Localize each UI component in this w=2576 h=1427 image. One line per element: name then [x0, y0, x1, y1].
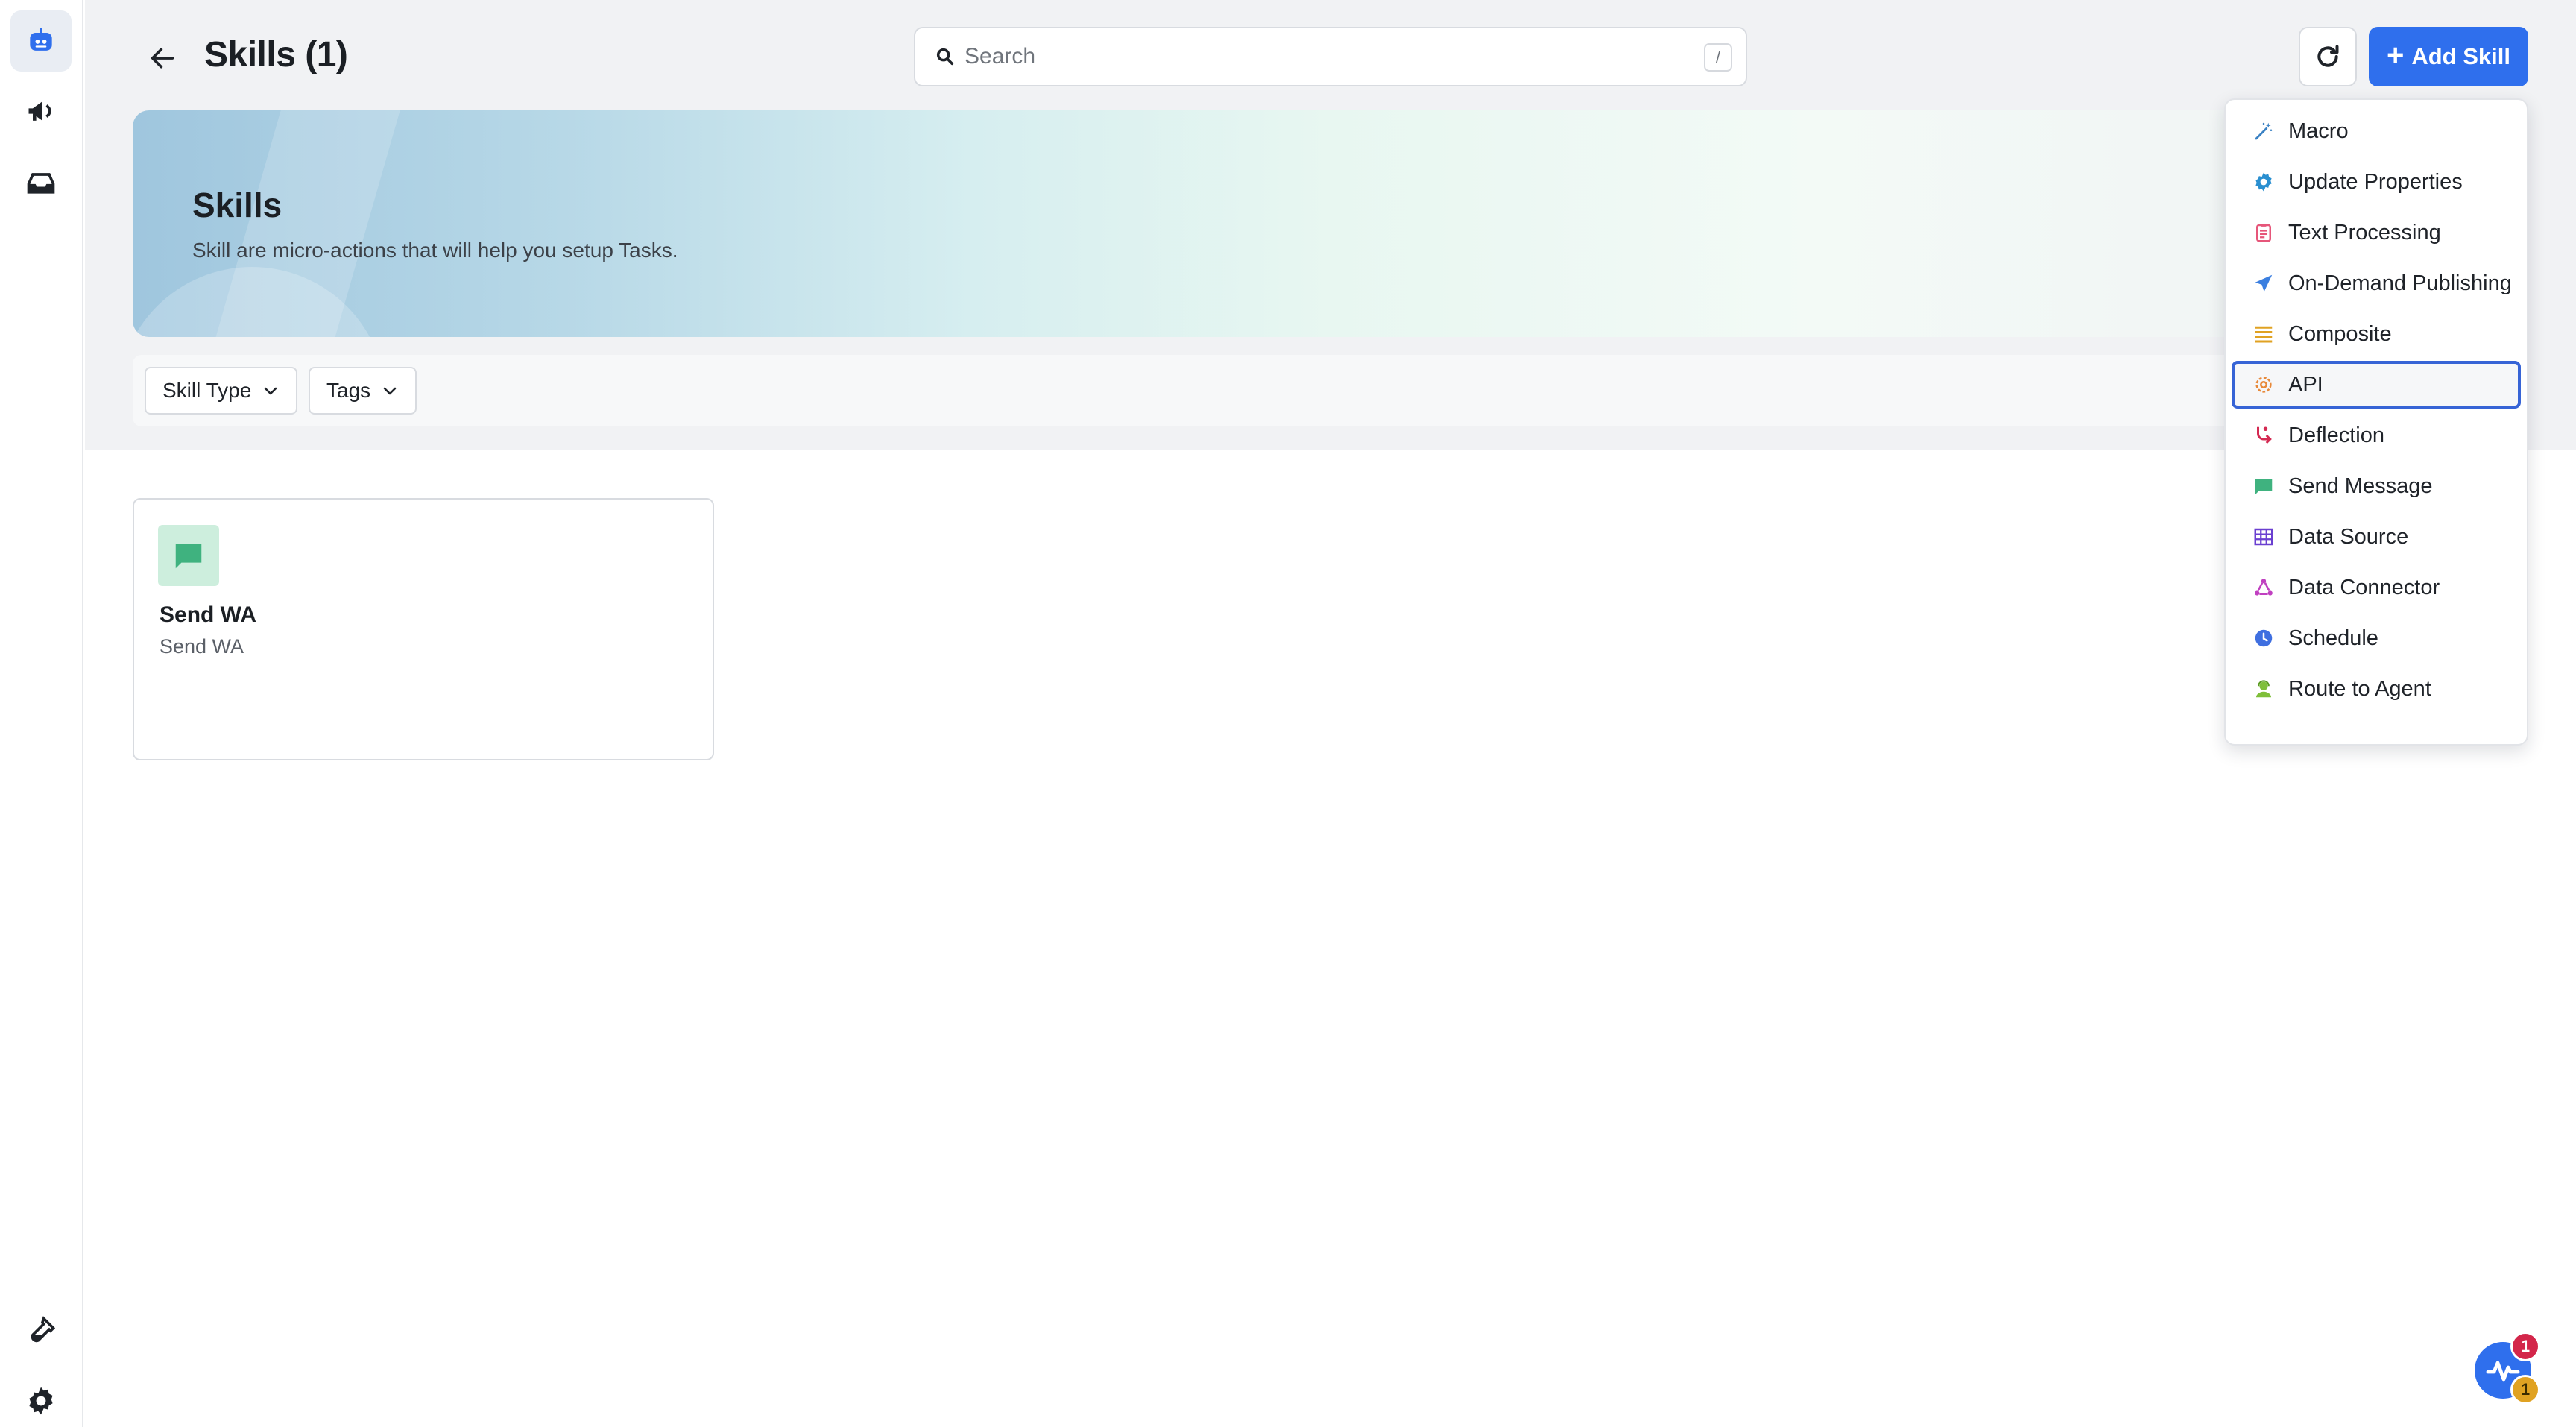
paper-plane-icon — [2255, 274, 2273, 292]
skill-type-filter[interactable]: Skill Type — [145, 367, 298, 415]
refresh-icon — [2317, 45, 2339, 67]
megaphone-icon — [28, 101, 51, 121]
menu-item-label: Data Source — [2288, 524, 2409, 549]
chat-bubble-icon — [175, 544, 202, 569]
chevron-down-icon — [265, 387, 277, 395]
menu-item-composite[interactable]: Composite — [2232, 310, 2521, 358]
menu-item-update-properties[interactable]: Update Properties — [2232, 158, 2521, 206]
menu-item-deflection[interactable]: Deflection — [2232, 412, 2521, 459]
search-icon — [936, 48, 954, 66]
banner-title: Skills — [192, 186, 282, 224]
menu-item-label: Data Connector — [2288, 575, 2440, 599]
gear-icon — [29, 1387, 53, 1415]
refresh-button[interactable] — [2299, 27, 2357, 86]
magic-wand-icon — [2255, 122, 2273, 140]
skill-card-title: Send WA — [160, 602, 257, 627]
search-shortcut-hint: / — [1704, 43, 1732, 72]
add-skill-label: Add Skill — [2411, 43, 2510, 69]
menu-item-schedule[interactable]: Schedule — [2232, 614, 2521, 662]
chevron-down-icon — [383, 387, 397, 395]
rail-item-campaigns[interactable] — [10, 81, 72, 142]
test-tube-icon — [31, 1316, 56, 1343]
grid-table-icon — [2254, 528, 2273, 546]
menu-item-label: Update Properties — [2288, 169, 2463, 194]
menu-item-label: Text Processing — [2288, 220, 2441, 245]
menu-item-on-demand-publishing[interactable]: On-Demand Publishing — [2232, 259, 2521, 307]
rail-item-testing[interactable] — [10, 1300, 72, 1361]
menu-item-data-source[interactable]: Data Source — [2232, 513, 2521, 561]
rail-item-bots[interactable] — [10, 10, 72, 72]
connector-icon — [2255, 579, 2273, 596]
agent-icon — [2256, 680, 2271, 698]
skill-card-icon — [158, 525, 219, 586]
menu-item-data-connector[interactable]: Data Connector — [2232, 564, 2521, 611]
banner-subtitle: Skill are micro-actions that will help y… — [192, 239, 678, 262]
back-button[interactable] — [143, 39, 182, 78]
search-box[interactable]: / — [914, 27, 1747, 86]
menu-item-label: On-Demand Publishing — [2288, 271, 2512, 295]
inbox-icon — [27, 173, 55, 194]
filter-label: Tags — [326, 379, 371, 402]
add-skill-menu: Macro Update Properties Text Processing … — [2224, 98, 2528, 746]
add-skill-button[interactable]: + Add Skill — [2369, 27, 2528, 86]
rail-item-settings[interactable] — [10, 1370, 72, 1427]
api-icon — [2255, 377, 2272, 393]
menu-item-api[interactable]: API — [2232, 361, 2521, 409]
clock-icon — [2255, 629, 2273, 647]
tags-filter[interactable]: Tags — [309, 367, 417, 415]
gear-icon — [2255, 172, 2272, 192]
skill-card-subtitle: Send WA — [160, 635, 244, 658]
menu-item-label: Schedule — [2288, 626, 2378, 650]
plus-icon: + — [2387, 39, 2405, 72]
filter-label: Skill Type — [162, 379, 252, 402]
search-input[interactable] — [965, 44, 1635, 69]
menu-item-text-processing[interactable]: Text Processing — [2232, 209, 2521, 256]
deflection-icon — [2257, 426, 2272, 444]
left-rail — [0, 0, 83, 1427]
menu-item-label: Send Message — [2288, 473, 2433, 498]
skills-banner: Skills Skill are micro-actions that will… — [133, 110, 2528, 337]
menu-item-label: Composite — [2288, 321, 2392, 346]
clipboard-icon — [2256, 224, 2271, 242]
warning-badge: 1 — [2510, 1375, 2540, 1405]
menu-item-label: Route to Agent — [2288, 676, 2431, 701]
stack-lines-icon — [2255, 326, 2273, 343]
menu-item-label: API — [2288, 372, 2323, 397]
notification-badge: 1 — [2510, 1332, 2540, 1361]
page-title: Skills (1) — [204, 35, 348, 75]
menu-item-send-message[interactable]: Send Message — [2232, 462, 2521, 510]
menu-item-label: Macro — [2288, 119, 2349, 143]
menu-item-route-to-agent[interactable]: Route to Agent — [2232, 665, 2521, 713]
arrow-left-icon — [151, 48, 174, 69]
filter-bar: Skill Type Tags — [133, 355, 2528, 426]
bot-icon — [30, 28, 52, 51]
rail-item-inbox[interactable] — [10, 152, 72, 213]
message-icon — [2255, 479, 2273, 495]
menu-item-macro[interactable]: Macro — [2232, 107, 2521, 155]
menu-item-label: Deflection — [2288, 423, 2384, 447]
skill-card[interactable]: Send WA Send WA — [133, 498, 714, 760]
